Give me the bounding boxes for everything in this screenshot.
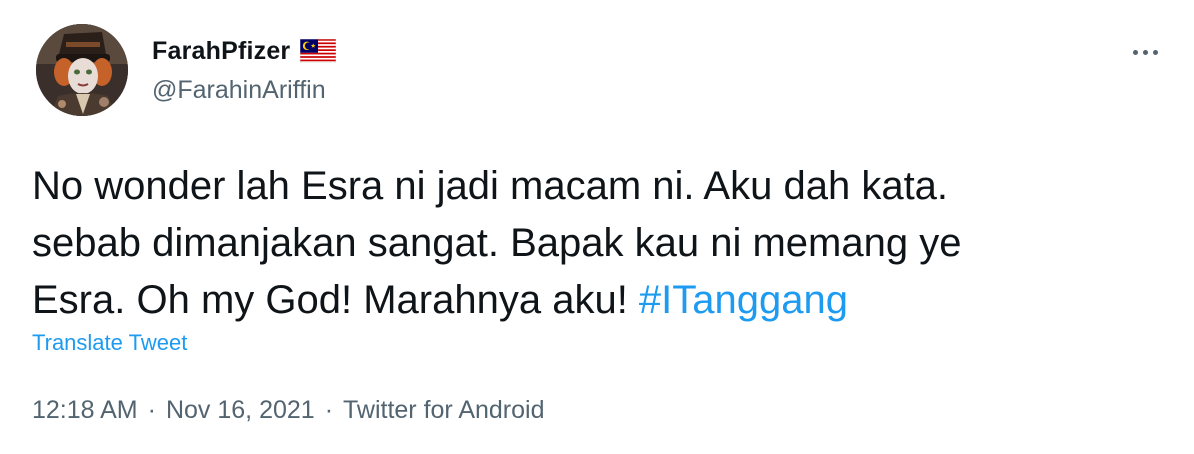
tweet-meta: 12:18 AM · Nov 16, 2021 · Twitter for Androi… — [32, 396, 545, 425]
tweet-text: No wonder lah Esra ni jadi macam ni. Aku… — [32, 158, 1152, 329]
tweet-text-line: Esra. Oh my God! Marahnya aku! #ITanggan… — [32, 272, 1152, 329]
more-horizontal-icon — [1152, 49, 1158, 55]
tweet-time[interactable]: 12:18 AM — [32, 396, 138, 424]
meta-separator: · — [147, 396, 156, 424]
more-options-button[interactable] — [1124, 38, 1166, 66]
display-name[interactable]: FarahPfizer — [152, 37, 290, 66]
avatar-image — [36, 24, 128, 116]
tweet-text-line: No wonder lah Esra ni jadi macam ni. Aku… — [32, 164, 949, 208]
tweet-source[interactable]: Twitter for Android — [343, 396, 544, 424]
display-name-row: FarahPfizer — [152, 34, 337, 68]
more-horizontal-icon — [1142, 49, 1148, 55]
avatar[interactable] — [36, 24, 128, 116]
hashtag-link[interactable]: #ITanggang — [639, 278, 848, 322]
tweet-text-segment: Esra. Oh my God! Marahnya aku! — [32, 278, 639, 322]
tweet-date[interactable]: Nov 16, 2021 — [166, 396, 315, 424]
more-horizontal-icon — [1132, 49, 1138, 55]
tweet-text-line: sebab dimanjakan sangat. Bapak kau ni me… — [32, 221, 962, 265]
tweet-card: FarahPfizer @FarahinAriffin No wonder la… — [0, 0, 1194, 454]
user-handle[interactable]: @FarahinAriffin — [152, 76, 326, 105]
malaysia-flag-icon — [300, 39, 337, 63]
translate-tweet-link[interactable]: Translate Tweet — [32, 330, 187, 356]
meta-separator: · — [324, 396, 334, 424]
